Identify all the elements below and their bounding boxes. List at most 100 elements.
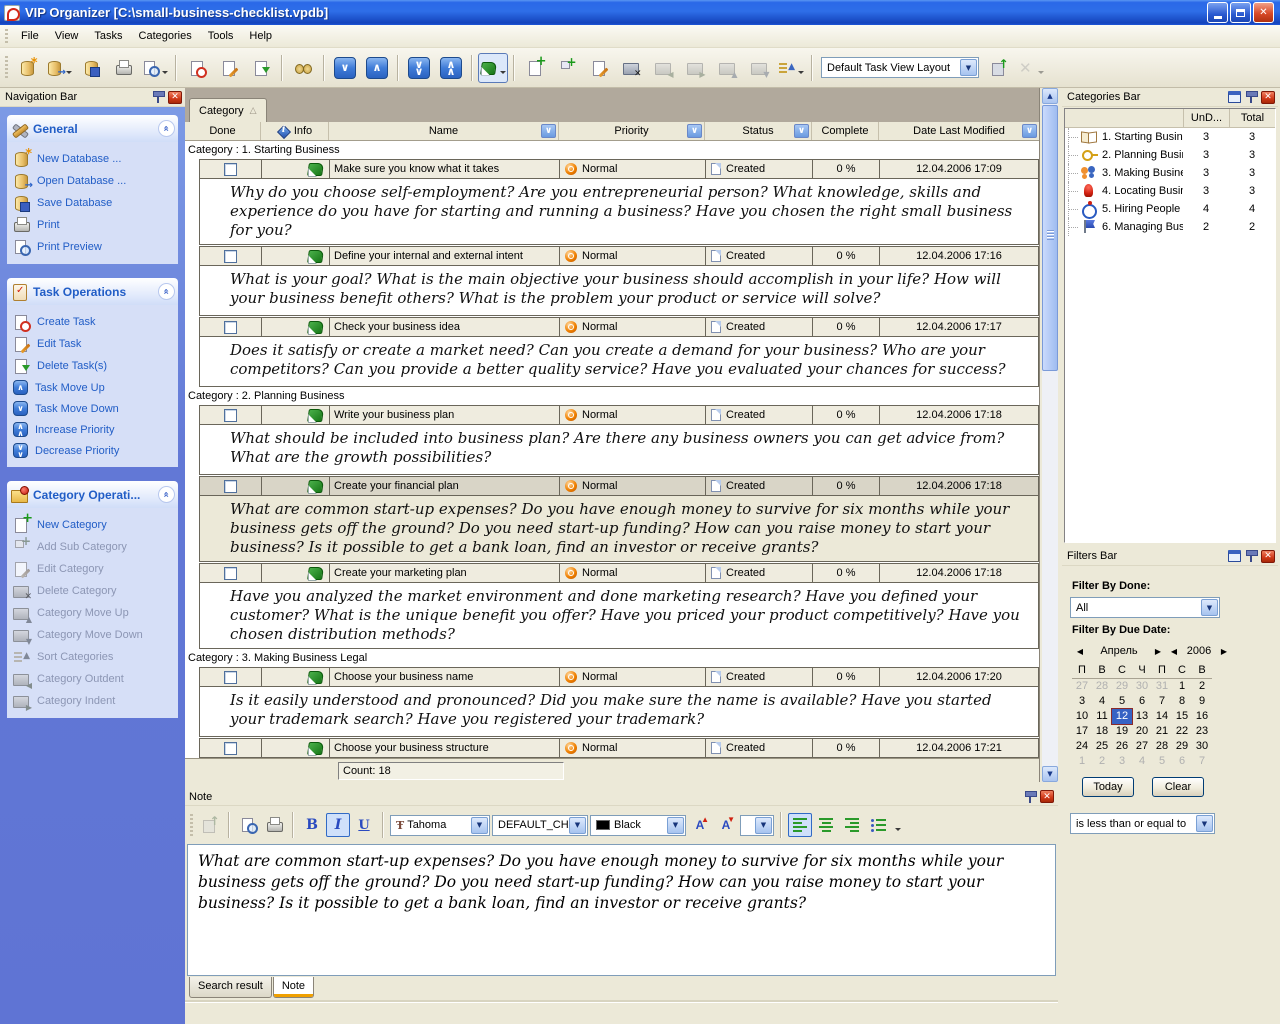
- scroll-down-button[interactable]: ▼: [1042, 766, 1058, 782]
- decrease-priority-button[interactable]: [404, 53, 434, 83]
- clear-button[interactable]: Clear: [1152, 777, 1204, 797]
- vertical-scrollbar[interactable]: ▲ ▼: [1042, 88, 1058, 782]
- nav-item-decrease-priority[interactable]: Decrease Priority: [11, 440, 176, 461]
- nav-item-add-sub-category[interactable]: Add Sub Category: [11, 536, 176, 558]
- font-select[interactable]: ŦTahoma▼: [390, 815, 490, 836]
- dropdown-caret-icon[interactable]: [66, 71, 72, 77]
- column-header-total[interactable]: Total: [1229, 109, 1275, 127]
- sort-categories-button[interactable]: [776, 53, 806, 83]
- calendar-day[interactable]: 5: [1152, 754, 1172, 769]
- group-row[interactable]: Category : 3. Making Business Legal: [185, 650, 1039, 667]
- calendar-day[interactable]: 7: [1192, 754, 1212, 769]
- category-item-3-making-business[interactable]: 3. Making Business33: [1065, 164, 1275, 182]
- chevron-down-icon[interactable]: ▼: [667, 817, 684, 834]
- task-row[interactable]: Choose your business structureNormalCrea…: [200, 739, 1038, 757]
- collapse-chevron-icon[interactable]: »: [158, 283, 175, 300]
- category-indent-button[interactable]: [680, 53, 710, 83]
- pin-icon[interactable]: [1244, 549, 1258, 563]
- open-database-button[interactable]: [44, 53, 74, 83]
- task-checkbox[interactable]: [224, 321, 237, 334]
- calendar-day[interactable]: 2: [1092, 754, 1112, 769]
- show-notes-button[interactable]: [478, 53, 508, 83]
- calendar-day[interactable]: 26: [1112, 739, 1132, 754]
- column-header-undone[interactable]: UnD...: [1183, 109, 1229, 127]
- category-item-5-hiring-people[interactable]: 5. Hiring People44: [1065, 200, 1275, 218]
- due-condition-select[interactable]: is less than or equal to ▼: [1070, 813, 1215, 834]
- dropdown-caret-icon[interactable]: [1038, 71, 1044, 77]
- decrease-font-button[interactable]: A▼: [714, 813, 738, 837]
- calendar-day[interactable]: 30: [1132, 679, 1152, 694]
- nav-item-new-database[interactable]: New Database ...: [11, 148, 176, 170]
- note-print-preview-button[interactable]: [236, 813, 260, 837]
- menu-tools[interactable]: Tools: [200, 27, 242, 45]
- nav-item-category-indent[interactable]: Category Indent: [11, 690, 176, 712]
- filter-button[interactable]: [794, 124, 809, 138]
- note-toolbar-grip[interactable]: [190, 814, 193, 837]
- increase-font-button[interactable]: A▲: [688, 813, 712, 837]
- nav-section-header[interactable]: Category Operati...»: [7, 481, 178, 508]
- task-row[interactable]: Choose your business nameNormalCreated0 …: [200, 668, 1038, 686]
- task-row[interactable]: Define your internal and external intent…: [200, 247, 1038, 265]
- column-header-date-last-modified[interactable]: Date Last Modified: [878, 122, 1039, 140]
- calendar-day[interactable]: 9: [1192, 694, 1212, 709]
- dropdown-caret-icon[interactable]: [500, 71, 506, 77]
- collapse-chevron-icon[interactable]: »: [158, 486, 175, 503]
- chevron-down-icon[interactable]: ▼: [569, 817, 586, 834]
- tab-search-result[interactable]: Search result: [189, 977, 272, 998]
- save-layout-button[interactable]: [984, 53, 1014, 83]
- previous-month-icon[interactable]: ◀: [1072, 647, 1088, 656]
- dropdown-caret-icon[interactable]: [798, 71, 804, 77]
- delete-layout-button[interactable]: [1016, 53, 1046, 83]
- edit-task-button[interactable]: [214, 53, 244, 83]
- filter-button[interactable]: [1022, 124, 1037, 138]
- calendar-day[interactable]: 16: [1192, 709, 1212, 724]
- new-category-button[interactable]: [520, 53, 550, 83]
- color-select[interactable]: Black▼: [590, 815, 686, 836]
- font-size-select[interactable]: ▼: [740, 815, 774, 836]
- note-print-button[interactable]: [262, 813, 286, 837]
- calendar-day[interactable]: 29: [1172, 739, 1192, 754]
- calendar-day[interactable]: 27: [1132, 739, 1152, 754]
- italic-button[interactable]: I: [326, 813, 350, 837]
- float-panel-icon[interactable]: [1228, 550, 1241, 562]
- task-checkbox[interactable]: [224, 163, 237, 176]
- edit-category-button[interactable]: [584, 53, 614, 83]
- nav-item-task-move-down[interactable]: Task Move Down: [11, 398, 176, 419]
- task-row[interactable]: Create your financial planNormalCreated0…: [200, 477, 1038, 495]
- category-move-down-button[interactable]: [744, 53, 774, 83]
- filter-by-done-select[interactable]: All ▼: [1070, 597, 1220, 618]
- increase-priority-button[interactable]: [436, 53, 466, 83]
- collapse-chevron-icon[interactable]: »: [158, 120, 175, 137]
- chevron-down-icon[interactable]: ▼: [1201, 599, 1218, 616]
- nav-item-delete-category[interactable]: Delete Category: [11, 580, 176, 602]
- nav-item-category-move-up[interactable]: Category Move Up: [11, 602, 176, 624]
- align-left-button[interactable]: [788, 813, 812, 837]
- menu-file[interactable]: File: [13, 27, 47, 45]
- next-year-icon[interactable]: ▶: [1216, 647, 1232, 656]
- task-checkbox[interactable]: [224, 480, 237, 493]
- calendar-day[interactable]: 20: [1132, 724, 1152, 739]
- nav-item-category-move-down[interactable]: Category Move Down: [11, 624, 176, 646]
- pin-icon[interactable]: [1244, 90, 1258, 104]
- calendar-day[interactable]: 14: [1152, 709, 1172, 724]
- delete-category-button[interactable]: [616, 53, 646, 83]
- calendar-day[interactable]: 27: [1072, 679, 1092, 694]
- task-checkbox[interactable]: [224, 409, 237, 422]
- minimize-button[interactable]: [1207, 2, 1228, 23]
- nav-item-edit-task[interactable]: Edit Task: [11, 333, 176, 355]
- calendar-day[interactable]: 17: [1072, 724, 1092, 739]
- nav-item-new-category[interactable]: New Category: [11, 514, 176, 536]
- menu-tasks[interactable]: Tasks: [86, 27, 130, 45]
- nav-section-header[interactable]: General»: [7, 115, 178, 142]
- today-button[interactable]: Today: [1082, 777, 1134, 797]
- previous-year-icon[interactable]: ◀: [1166, 647, 1182, 656]
- calendar-day[interactable]: 23: [1192, 724, 1212, 739]
- close-button[interactable]: ✕: [1253, 2, 1274, 23]
- nav-item-open-database[interactable]: Open Database ...: [11, 170, 176, 192]
- category-item-2-planning-busine[interactable]: 2. Planning Busine33: [1065, 146, 1275, 164]
- calendar-day[interactable]: 2: [1192, 679, 1212, 694]
- calendar-day[interactable]: 3: [1112, 754, 1132, 769]
- nav-item-create-task[interactable]: Create Task: [11, 311, 176, 333]
- nav-item-sort-categories[interactable]: Sort Categories: [11, 646, 176, 668]
- calendar-day[interactable]: 11: [1092, 709, 1112, 724]
